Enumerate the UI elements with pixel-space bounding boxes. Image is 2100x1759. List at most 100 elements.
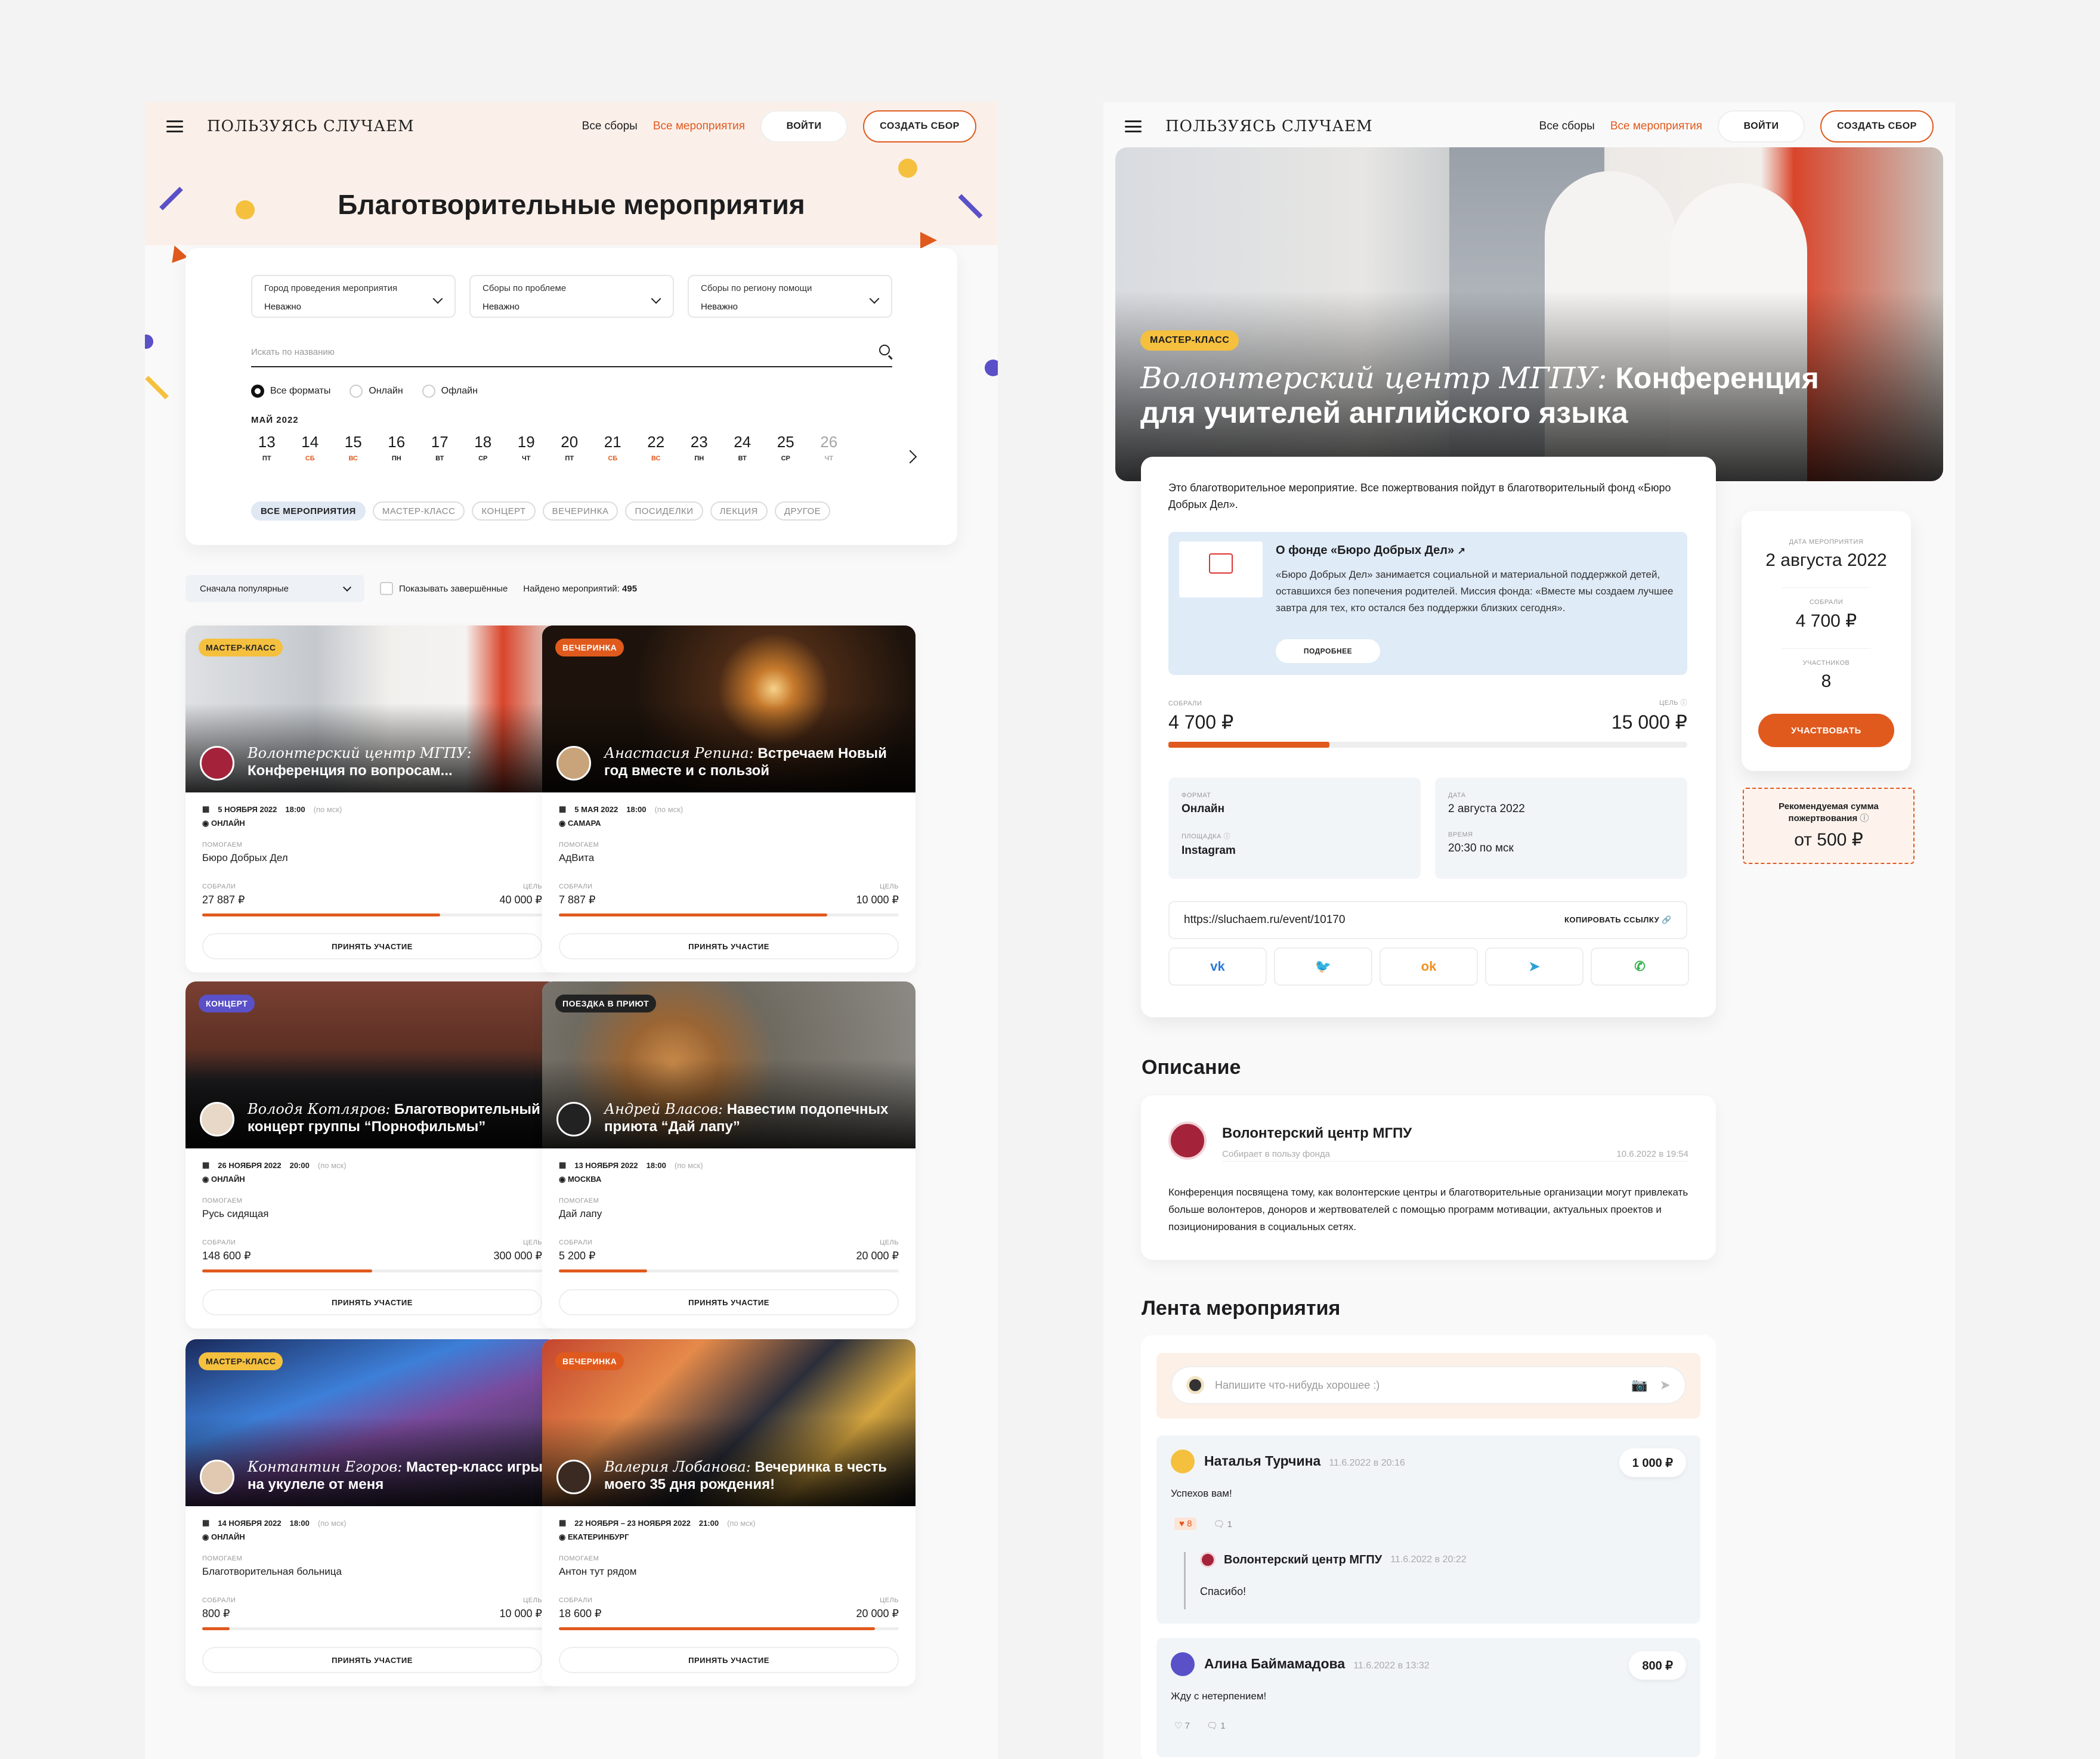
reply-button[interactable]: 🗨 1 [1213, 1519, 1232, 1529]
fund-name[interactable]: АдВита [559, 852, 899, 864]
nav-all-events[interactable]: Все мероприятия [653, 120, 745, 133]
event-title[interactable]: Андрей Власов: Навестим подопечных приют… [604, 1101, 904, 1135]
join-button[interactable]: ПРИНЯТЬ УЧАСТИЕ [559, 933, 899, 959]
avatar[interactable] [1171, 1652, 1195, 1676]
show-finished-checkbox[interactable]: Показывать завершённые [380, 582, 508, 595]
menu-icon[interactable] [166, 120, 183, 132]
city-select[interactable]: Город проведения мероприятия Неважно [251, 275, 456, 318]
vk-icon[interactable]: vk [1168, 947, 1267, 986]
reply-button[interactable]: 🗨 1 [1207, 1720, 1226, 1731]
date-item[interactable]: 26 ЧТ [808, 433, 851, 462]
event-title[interactable]: Володя Котляров: Благотворительный конце… [248, 1101, 547, 1135]
login-button[interactable]: ВОЙТИ [760, 110, 848, 143]
avatar[interactable] [1168, 1122, 1207, 1160]
event-card[interactable]: ПОЕЗДКА В ПРИЮТ Андрей Власов: Навестим п… [542, 981, 916, 1328]
category-tag[interactable]: ВЕЧЕРИНКА [542, 501, 618, 521]
create-collection-button[interactable]: СОЗДАТЬ СБОР [863, 110, 976, 143]
date-item[interactable]: 24 ВТ [721, 433, 765, 462]
create-collection-button[interactable]: СОЗДАТЬ СБОР [1820, 110, 1934, 143]
avatar[interactable] [200, 1102, 234, 1136]
copy-link-button[interactable]: КОПИРОВАТЬ ССЫЛКУ 🔗 [1564, 915, 1672, 925]
date-item[interactable]: 25 СР [764, 433, 808, 462]
join-button[interactable]: ПРИНЯТЬ УЧАСТИЕ [559, 1289, 899, 1315]
login-button[interactable]: ВОЙТИ [1718, 110, 1805, 143]
join-button[interactable]: ПРИНЯТЬ УЧАСТИЕ [202, 1289, 542, 1315]
fund-name[interactable]: Благотворительная больница [202, 1566, 542, 1578]
date-item[interactable]: 16 ПН [375, 433, 419, 462]
date-item[interactable]: 20 ПТ [548, 433, 592, 462]
telegram-icon[interactable]: ➤ [1485, 947, 1583, 986]
event-link-field[interactable]: https://sluchaem.ru/event/10170 КОПИРОВА… [1168, 901, 1687, 939]
radio-online[interactable]: Онлайн [350, 385, 403, 398]
category-tag[interactable]: КОНЦЕРТ [472, 501, 536, 521]
comment-author-name[interactable]: Алина Баймамадова [1204, 1656, 1345, 1671]
avatar[interactable] [556, 1460, 591, 1494]
event-title[interactable]: Волонтерский центр МГПУ: Конференция по … [248, 745, 547, 779]
sort-select[interactable]: Сначала популярные [185, 575, 364, 602]
category-tag[interactable]: ВСЕ МЕРОПРИЯТИЯ [251, 501, 366, 521]
date-item[interactable]: 21 СБ [591, 433, 635, 462]
event-card[interactable]: МАСТЕР-КЛАСС Волонтерский центр МГПУ: Кон… [185, 625, 559, 973]
nav-all-collections[interactable]: Все сборы [582, 120, 638, 133]
post-input[interactable]: Напишите что-нибудь хорошее :) 📷 ➤ [1171, 1366, 1686, 1404]
info-icon[interactable]: ⓘ [1681, 699, 1688, 707]
chevron-right-icon[interactable] [903, 450, 917, 464]
date-item[interactable]: 13 ПТ [245, 433, 289, 462]
search-input[interactable]: Искать по названию [251, 337, 892, 367]
participate-button[interactable]: УЧАСТВОВАТЬ [1758, 714, 1894, 747]
event-title[interactable]: Валерия Лобанова: Вечеринка в честь моег… [604, 1458, 904, 1493]
date-item[interactable]: 19 ЧТ [505, 433, 548, 462]
fund-name[interactable]: Бюро Добрых Дел [202, 852, 542, 864]
info-icon[interactable]: ⓘ [1223, 833, 1230, 840]
event-title[interactable]: Контантин Егоров: Мастер-класс игры на у… [248, 1458, 547, 1493]
avatar[interactable] [556, 1102, 591, 1136]
date-item[interactable]: 15 ВС [332, 433, 375, 462]
avatar[interactable] [556, 746, 591, 781]
date-item[interactable]: 14 СБ [289, 433, 332, 462]
description-author[interactable]: Волонтерский центр МГПУ [1222, 1125, 1412, 1142]
date-item[interactable]: 22 ВС [635, 433, 678, 462]
menu-icon[interactable] [1125, 120, 1142, 132]
join-button[interactable]: ПРИНЯТЬ УЧАСТИЕ [559, 1647, 899, 1673]
category-tag[interactable]: МАСТЕР-КЛАСС [372, 501, 465, 521]
date-item[interactable]: 17 ВТ [418, 433, 462, 462]
fund-name[interactable]: Русь сидящая [202, 1208, 542, 1220]
like-button[interactable]: ♡ 7 [1174, 1720, 1190, 1731]
category-tag[interactable]: ПОСИДЕЛКИ [625, 501, 703, 521]
event-card[interactable]: КОНЦЕРТ Володя Котляров: Благотворительны… [185, 981, 559, 1328]
problem-select[interactable]: Сборы по проблеме Неважно [469, 275, 674, 318]
radio-all-formats[interactable]: Все форматы [251, 385, 330, 398]
logo[interactable]: ПОЛЬЗУЯСЬ СЛУЧАЕМ [1165, 117, 1373, 135]
date-item[interactable]: 18 СР [462, 433, 505, 462]
category-tag[interactable]: ЛЕКЦИЯ [710, 501, 768, 521]
like-button[interactable]: ♥ 8 [1174, 1518, 1197, 1530]
avatar[interactable] [1171, 1450, 1195, 1473]
region-select[interactable]: Сборы по региону помощи Неважно [688, 275, 892, 318]
logo[interactable]: ПОЛЬЗУЯСЬ СЛУЧАЕМ [207, 117, 415, 135]
avatar[interactable] [200, 1460, 234, 1494]
fund-name[interactable]: Дай лапу [559, 1208, 899, 1220]
fund-name[interactable]: Антон тут рядом [559, 1566, 899, 1578]
event-title[interactable]: Анастасия Репина: Встречаем Новый год вм… [604, 745, 904, 779]
event-card[interactable]: ВЕЧЕРИНКА Валерия Лобанова: Вечеринка в ч… [542, 1339, 916, 1686]
fund-name[interactable]: О фонде «Бюро Добрых Дел» ↗ [1276, 544, 1465, 558]
avatar[interactable] [200, 746, 234, 781]
event-author[interactable]: Волонтерский центр МГПУ: [1140, 361, 1607, 395]
avatar[interactable] [1200, 1552, 1216, 1568]
category-tag[interactable]: ДРУГОЕ [774, 501, 831, 521]
nav-all-events[interactable]: Все мероприятия [1610, 120, 1702, 133]
camera-icon[interactable]: 📷 [1631, 1377, 1647, 1393]
whatsapp-icon[interactable]: ✆ [1591, 947, 1689, 986]
comment-author-name[interactable]: Наталья Турчина [1204, 1453, 1320, 1469]
date-item[interactable]: 23 ПН [678, 433, 721, 462]
fund-more-button[interactable]: ПОДРОБНЕЕ [1276, 639, 1380, 663]
odnoklassniki-icon[interactable]: ok [1380, 947, 1478, 986]
twitter-icon[interactable]: 🐦 [1274, 947, 1372, 986]
event-card[interactable]: МАСТЕР-КЛАСС Контантин Егоров: Мастер-кла… [185, 1339, 559, 1686]
search-icon[interactable] [879, 345, 890, 355]
info-icon[interactable]: ⓘ [1860, 813, 1869, 823]
join-button[interactable]: ПРИНЯТЬ УЧАСТИЕ [202, 1647, 542, 1673]
join-button[interactable]: ПРИНЯТЬ УЧАСТИЕ [202, 933, 542, 959]
send-icon[interactable]: ➤ [1660, 1377, 1671, 1393]
event-card[interactable]: ВЕЧЕРИНКА Анастасия Репина: Встречаем Нов… [542, 625, 916, 973]
